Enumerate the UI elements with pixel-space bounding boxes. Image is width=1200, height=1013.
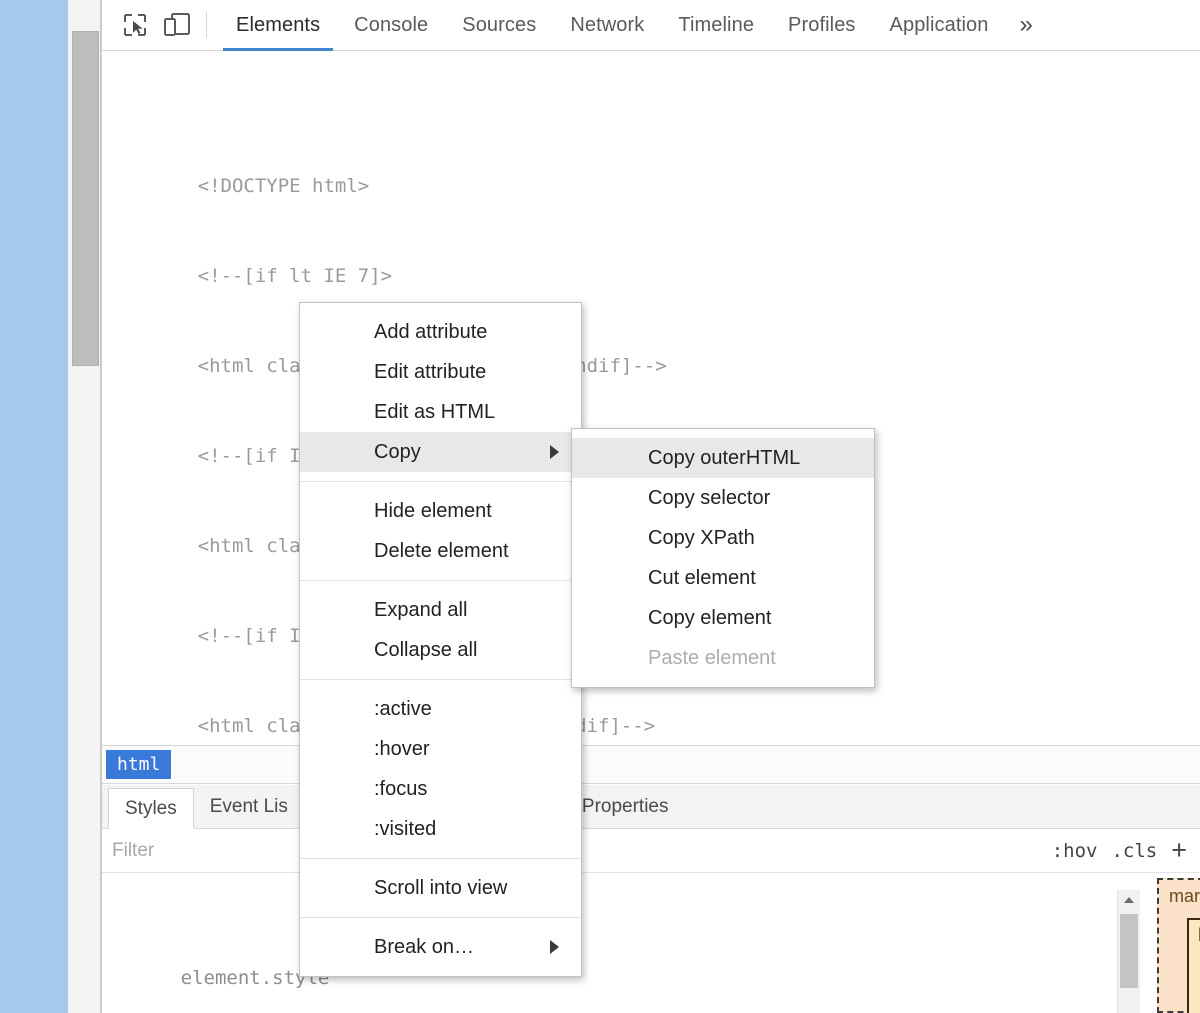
- menu-item-state-hover[interactable]: :hover: [300, 729, 581, 769]
- inspect-element-icon[interactable]: [114, 5, 156, 45]
- tab-profiles[interactable]: Profiles: [771, 0, 873, 51]
- tab-console[interactable]: Console: [337, 0, 445, 51]
- menu-separator: [300, 481, 581, 482]
- menu-item-copy[interactable]: Copy: [300, 432, 581, 472]
- more-tabs-icon[interactable]: »: [1006, 0, 1047, 51]
- dom-line-text: <!DOCTYPE html>: [197, 175, 370, 197]
- menu-item-copy-element[interactable]: Copy element: [572, 598, 874, 638]
- menu-item-break-on[interactable]: Break on…: [300, 927, 581, 967]
- menu-item-cut-element[interactable]: Cut element: [572, 558, 874, 598]
- styles-filter-row: :hov .cls +: [102, 829, 1200, 873]
- tab-properties[interactable]: Properties: [566, 785, 685, 828]
- context-menu: Add attribute Edit attribute Edit as HTM…: [299, 302, 582, 977]
- tab-application[interactable]: Application: [873, 0, 1006, 51]
- breadcrumb-item-html[interactable]: html: [106, 750, 172, 779]
- new-style-rule-button[interactable]: +: [1171, 837, 1187, 864]
- menu-item-collapse-all[interactable]: Collapse all: [300, 630, 581, 670]
- tab-network[interactable]: Network: [553, 0, 661, 51]
- context-submenu-copy: Copy outerHTML Copy selector Copy XPath …: [571, 428, 875, 688]
- scrollbar-thumb[interactable]: [72, 31, 99, 366]
- toolbar-divider: [206, 12, 207, 38]
- submenu-arrow-icon: [550, 445, 559, 459]
- menu-item-edit-attribute[interactable]: Edit attribute: [300, 352, 581, 392]
- menu-item-copy-outerhtml[interactable]: Copy outerHTML: [572, 438, 874, 478]
- menu-separator: [300, 858, 581, 859]
- menu-separator: [300, 679, 581, 680]
- styles-sidebar-tabstrip: Styles Event Lis Properties: [102, 785, 1200, 829]
- menu-separator: [300, 580, 581, 581]
- tab-timeline[interactable]: Timeline: [661, 0, 771, 51]
- menu-item-paste-element: Paste element: [648, 646, 776, 669]
- menu-item-edit-as-html[interactable]: Edit as HTML: [300, 392, 581, 432]
- box-model-margin[interactable]: margin border padding: [1157, 878, 1200, 1013]
- box-model-border[interactable]: border padding: [1187, 918, 1200, 1013]
- dom-line[interactable]: <html class="ie6" lang="ja"> <![endif]--…: [102, 321, 1200, 377]
- styles-scroll-thumb[interactable]: [1120, 914, 1138, 988]
- menu-item-state-active[interactable]: :active: [300, 689, 581, 729]
- page-background-strip: [0, 0, 68, 1013]
- menu-item-hide-element[interactable]: Hide element: [300, 491, 581, 531]
- menu-item-state-visited[interactable]: :visited: [300, 809, 581, 849]
- menu-item-state-focus[interactable]: :focus: [300, 769, 581, 809]
- menu-separator: [300, 917, 581, 918]
- submenu-arrow-icon: [550, 940, 559, 954]
- menu-item-copy-selector[interactable]: Copy selector: [572, 478, 874, 518]
- breadcrumb: html: [102, 745, 1200, 784]
- tab-sources[interactable]: Sources: [445, 0, 553, 51]
- tab-elements[interactable]: Elements: [219, 0, 337, 51]
- styles-scroll-up-arrow-icon[interactable]: [1118, 890, 1140, 910]
- box-model-margin-label: margin: [1169, 886, 1200, 906]
- dom-line[interactable]: <!--[if lt IE 7]>: [102, 231, 1200, 287]
- menu-item-copy-xpath[interactable]: Copy XPath: [572, 518, 874, 558]
- menu-item-expand-all[interactable]: Expand all: [300, 590, 581, 630]
- devtools-tabstrip: Elements Console Sources Network Timelin…: [219, 0, 1047, 51]
- style-rule-selector[interactable]: element.style: [102, 933, 1132, 989]
- tab-event-listeners[interactable]: Event Lis: [194, 785, 304, 828]
- toggle-element-state-button[interactable]: :hov: [1052, 840, 1098, 862]
- menu-item-add-attribute[interactable]: Add attribute: [300, 312, 581, 352]
- dom-line-text: <!--[if lt IE 7]>: [197, 265, 393, 287]
- menu-item-scroll-into-view[interactable]: Scroll into view: [300, 868, 581, 908]
- menu-item-break-on-label: Break on…: [374, 935, 475, 958]
- styles-pane-scrollbar[interactable]: [1117, 890, 1140, 1013]
- device-toolbar-icon[interactable]: [156, 5, 198, 45]
- tab-styles[interactable]: Styles: [108, 788, 194, 829]
- dom-line[interactable]: <!DOCTYPE html>: [102, 141, 1200, 197]
- menu-item-copy-label: Copy: [374, 440, 421, 463]
- toggle-class-button[interactable]: .cls: [1111, 840, 1157, 862]
- devtools-toolbar: Elements Console Sources Network Timelin…: [102, 0, 1200, 51]
- styles-rules-list: element.style } HTML { style.css:12 font…: [102, 873, 1132, 1013]
- menu-item-delete-element[interactable]: Delete element: [300, 531, 581, 571]
